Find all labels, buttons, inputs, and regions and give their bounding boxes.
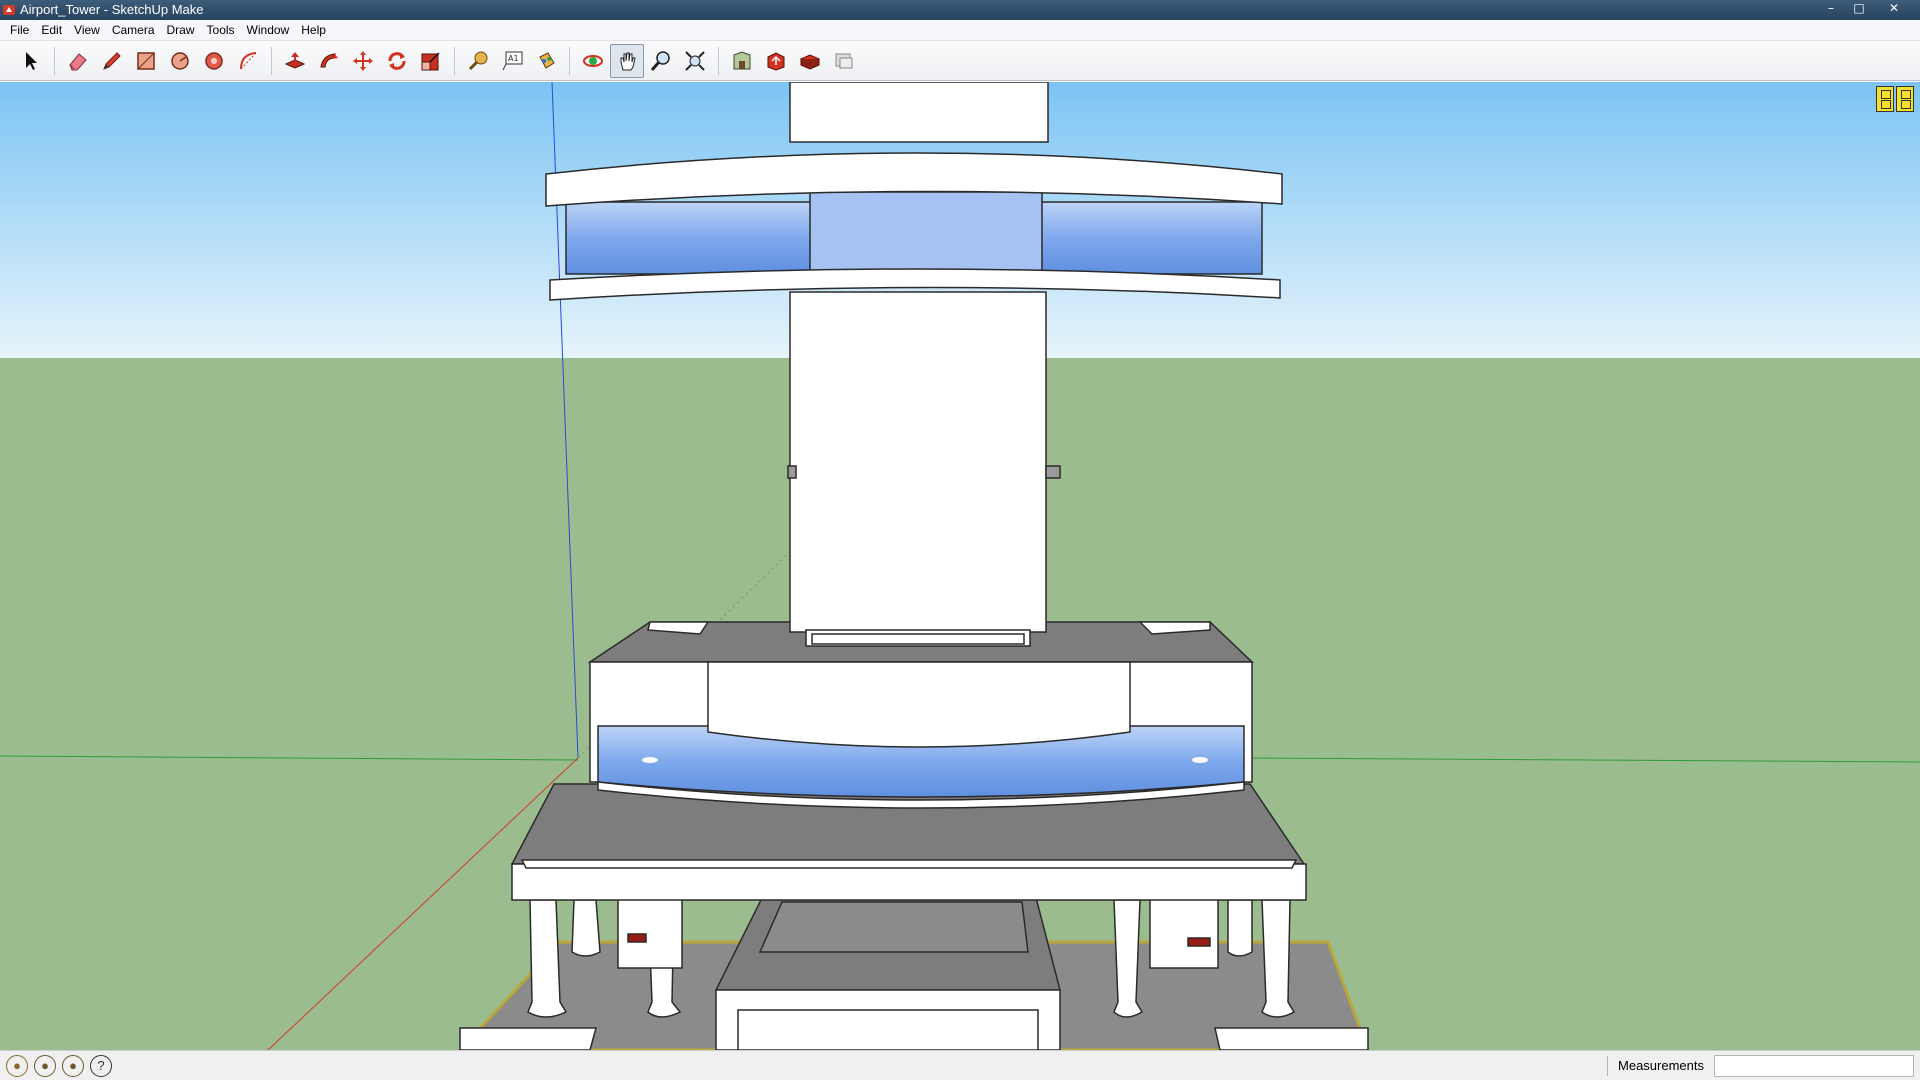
getting-started-toolbar: A1: [0, 41, 1920, 81]
section-plane-toggle[interactable]: [1876, 86, 1914, 112]
toolbar-separator: [271, 46, 272, 75]
extension-icon: [799, 53, 821, 70]
paint-bucket-tool[interactable]: [529, 44, 563, 78]
circle-tool[interactable]: [163, 44, 197, 78]
close-icon: ✕: [1888, 1, 1900, 15]
section-display-button[interactable]: [1876, 86, 1894, 112]
polygon-icon: [205, 51, 223, 70]
hand-icon: [620, 52, 636, 70]
entrance-block[interactable]: [714, 889, 1061, 1050]
arrow-icon: [26, 51, 37, 70]
rectangle-icon: [137, 51, 155, 70]
circle-icon: [171, 51, 189, 70]
menu-view[interactable]: View: [68, 20, 106, 40]
svg-text:A1: A1: [508, 54, 519, 63]
move-icon: [353, 50, 373, 71]
window-title: Airport_Tower - SketchUp Make: [20, 2, 204, 17]
toolbar-separator: [54, 46, 55, 75]
menu-camera[interactable]: Camera: [106, 20, 161, 40]
sketchup-logo-icon: [3, 5, 15, 15]
follow-me-tool[interactable]: [312, 44, 346, 78]
polygon-tool[interactable]: [197, 44, 231, 78]
layout-icon: [835, 53, 853, 68]
sketchup-window: Airport_Tower - SketchUp Make – □ ✕ File…: [0, 0, 1920, 1080]
close-button[interactable]: ✕: [1874, 0, 1914, 16]
orbit-tool[interactable]: [576, 44, 610, 78]
push-pull-icon: [284, 51, 306, 69]
help-icon[interactable]: ?: [90, 1054, 112, 1077]
push-pull-tool[interactable]: [278, 44, 312, 78]
minimize-icon: –: [1828, 1, 1834, 15]
menu-help[interactable]: Help: [295, 20, 332, 40]
eraser-tool[interactable]: [61, 44, 95, 78]
3d-warehouse-button[interactable]: [725, 44, 759, 78]
maximize-button[interactable]: □: [1846, 0, 1872, 16]
toolbar-separator: [569, 46, 570, 75]
geo-location-icon[interactable]: ●: [6, 1054, 28, 1077]
magnifier-icon: [650, 50, 670, 71]
airport-tower-model-scene[interactable]: [0, 82, 1920, 1050]
credits-icon[interactable]: ●: [34, 1054, 56, 1077]
scale-icon: [421, 51, 440, 70]
select-tool[interactable]: [14, 44, 48, 78]
minimize-button[interactable]: –: [1818, 0, 1844, 16]
paint-bucket-icon: [539, 51, 555, 69]
menu-file[interactable]: File: [4, 20, 35, 40]
user-icon[interactable]: ●: [62, 1054, 84, 1077]
measurements-label: Measurements: [1607, 1055, 1714, 1076]
pencil-icon: [103, 51, 121, 70]
share-icon: [767, 51, 785, 71]
extension-warehouse-button[interactable]: [793, 44, 827, 78]
title-bar: Airport_Tower - SketchUp Make – □ ✕: [0, 0, 1920, 20]
rectangle-tool[interactable]: [129, 44, 163, 78]
move-tool[interactable]: [346, 44, 380, 78]
rotate-icon: [388, 51, 406, 70]
status-bar: ● ● ● ? Measurements: [0, 1050, 1920, 1080]
arc-icon: [240, 51, 257, 69]
text-tool[interactable]: A1: [495, 44, 529, 78]
lower-control-cab[interactable]: [587, 621, 1254, 809]
menu-bar: File Edit View Camera Draw Tools Window …: [0, 20, 1920, 41]
tape-measure-tool[interactable]: [461, 44, 495, 78]
arc-tool[interactable]: [231, 44, 265, 78]
follow-me-icon: [320, 52, 338, 67]
zoom-extents-tool[interactable]: [678, 44, 712, 78]
zoom-extents-icon: [685, 50, 705, 71]
zoom-tool[interactable]: [644, 44, 678, 78]
line-tool[interactable]: [95, 44, 129, 78]
toolbar-separator: [454, 46, 455, 75]
menu-window[interactable]: Window: [241, 20, 296, 40]
tape-measure-icon: [468, 51, 488, 70]
menu-draw[interactable]: Draw: [161, 20, 201, 40]
window-controls: – □ ✕: [1818, 0, 1914, 18]
scale-tool[interactable]: [414, 44, 448, 78]
layout-button[interactable]: [827, 44, 861, 78]
text-icon: A1: [502, 51, 523, 70]
rotate-tool[interactable]: [380, 44, 414, 78]
measurements-input[interactable]: [1714, 1054, 1914, 1077]
maximize-icon: □: [1853, 1, 1865, 15]
toolbar-separator: [718, 46, 719, 75]
orbit-icon: [583, 54, 603, 67]
menu-tools[interactable]: Tools: [201, 20, 241, 40]
upper-control-cab[interactable]: [545, 152, 1283, 301]
warehouse-icon: [733, 50, 751, 69]
pan-tool[interactable]: [610, 43, 644, 78]
eraser-icon: [69, 52, 87, 70]
section-cut-button[interactable]: [1896, 86, 1914, 112]
menu-edit[interactable]: Edit: [35, 20, 68, 40]
model-viewport[interactable]: [0, 82, 1920, 1050]
share-model-button[interactable]: [759, 44, 793, 78]
